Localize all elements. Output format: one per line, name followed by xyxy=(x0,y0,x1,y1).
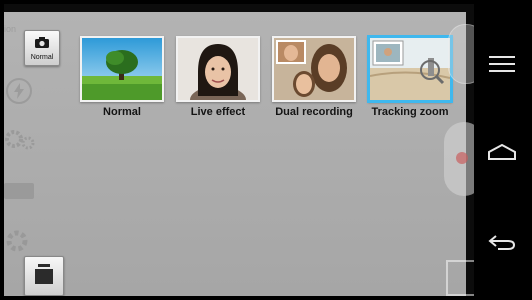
mode-button-label: Normal xyxy=(30,54,54,61)
mode-ghost-icon xyxy=(4,183,34,199)
ghost-label: ion xyxy=(4,24,17,34)
settings-gear-icon xyxy=(4,127,36,156)
flash-icon xyxy=(6,78,32,104)
option-label: Dual recording xyxy=(275,106,353,118)
home-button[interactable] xyxy=(486,140,518,168)
record-dot-icon xyxy=(456,152,468,164)
zoom-scene-icon xyxy=(368,36,452,102)
option-tracking-zoom[interactable]: Tracking zoom xyxy=(368,36,452,118)
face-photo-icon xyxy=(176,36,260,102)
option-normal[interactable]: Normal xyxy=(80,36,164,118)
mode-normal-button[interactable]: Normal xyxy=(24,30,60,66)
device-screen: ion Normal Normal Live effect Dual recor… xyxy=(4,4,532,296)
navigation-bar xyxy=(474,0,532,300)
camera-icon xyxy=(35,35,49,53)
gallery-stack-icon xyxy=(35,263,53,289)
option-label: Tracking zoom xyxy=(371,106,449,118)
option-label: Live effect xyxy=(190,106,246,118)
menu-button[interactable] xyxy=(486,52,518,80)
shot-mode-list: Normal Live effect Dual recording Tracki… xyxy=(80,36,452,118)
option-live-effect[interactable]: Live effect xyxy=(176,36,260,118)
gallery-button[interactable] xyxy=(24,256,64,296)
dual-faces-icon xyxy=(272,36,356,102)
camera-mode-panel: ion Normal Normal Live effect Dual recor… xyxy=(4,12,466,296)
option-dual-recording[interactable]: Dual recording xyxy=(272,36,356,118)
home-icon xyxy=(487,143,517,166)
back-button[interactable] xyxy=(486,230,518,258)
gear-icon xyxy=(4,228,30,259)
menu-icon xyxy=(489,55,515,77)
back-icon xyxy=(488,233,516,256)
option-label: Normal xyxy=(103,106,141,118)
tree-landscape-icon xyxy=(80,36,164,102)
